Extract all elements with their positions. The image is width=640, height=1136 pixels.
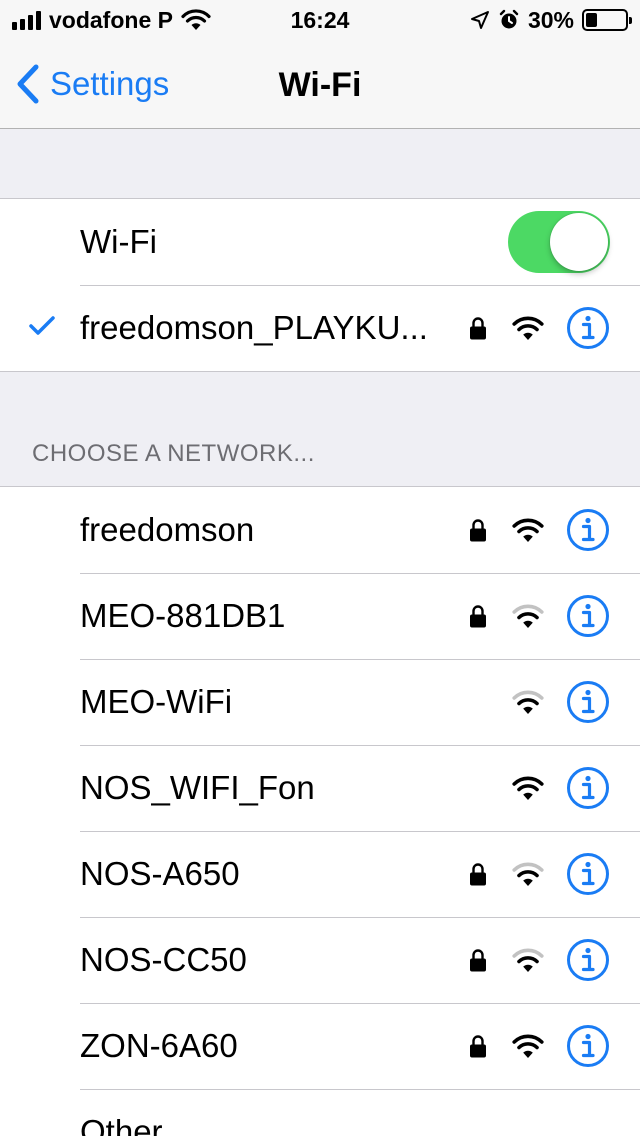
info-icon[interactable] [566,938,610,982]
wifi-toggle-switch[interactable] [508,211,610,273]
network-icons [466,659,610,745]
network-icons [466,745,610,831]
alarm-icon [499,9,519,29]
section-header: CHOOSE A NETWORK... [32,440,315,467]
info-icon[interactable] [566,306,610,350]
network-row[interactable]: NOS-CC50 [0,917,640,1003]
lock-icon [466,1031,490,1061]
wifi-icon [181,9,211,30]
lock-icon [466,515,490,545]
wifi-toggle-row: Wi-Fi [0,199,640,285]
network-row[interactable]: MEO-881DB1 [0,573,640,659]
checkmark-icon [29,316,55,335]
info-icon[interactable] [566,852,610,896]
battery-fill [586,13,598,27]
connected-network-name: freedomson_PLAYKU... [80,309,428,346]
network-icons [466,917,610,1003]
signal-bars-icon [12,10,41,30]
network-row[interactable]: MEO-WiFi [0,659,640,745]
wifi-signal-icon [512,316,544,340]
wifi-signal-icon [512,862,544,886]
status-right: 30% [398,6,632,34]
page-title: Wi-Fi [278,66,362,104]
info-icon[interactable] [566,766,610,810]
network-name: NOS_WIFI_Fon [80,769,315,806]
lock-icon [466,945,490,975]
wifi-toggle-label: Wi-Fi [80,223,157,260]
status-left: vodafone P [12,7,242,34]
network-name: MEO-881DB1 [80,597,286,634]
network-row[interactable]: NOS-A650 [0,831,640,917]
network-name: MEO-WiFi [80,683,233,720]
battery-percent: 30% [527,6,574,33]
info-icon[interactable] [566,1024,610,1068]
navigation-bar: Settings Wi-Fi [0,40,640,129]
wifi-signal-icon [512,776,544,800]
lock-icon [466,601,490,631]
lock-icon [466,313,490,343]
network-icons [466,1003,610,1089]
connected-network-row[interactable]: freedomson_PLAYKU... [0,285,640,371]
wifi-signal-icon [512,1034,544,1058]
network-icons [466,831,610,917]
connected-network-icons [466,285,610,371]
network-name: ZON-6A60 [80,1027,238,1064]
toggle-knob [550,213,608,271]
info-icon[interactable] [566,508,610,552]
wifi-signal-icon [512,604,544,628]
location-arrow-icon [470,11,489,29]
network-icons [466,573,610,659]
info-icon[interactable] [566,594,610,638]
info-icon[interactable] [566,680,610,724]
network-row[interactable]: freedomson [0,487,640,573]
carrier-name: vodafone P [49,6,173,33]
status-bar: vodafone P 16:24 30% [0,0,640,40]
network-name: freedomson [80,511,255,548]
network-list: freedomson MEO-881DB1 MEO-WiFi NOS_WIFI_Fon… [0,486,640,1136]
network-row[interactable]: NOS_WIFI_Fon [0,745,640,831]
network-name: NOS-CC50 [80,941,247,978]
wifi-signal-icon [512,518,544,542]
wifi-signal-icon [512,690,544,714]
wifi-group: Wi-Fi freedomson_PLAYKU... [0,198,640,372]
network-icons [466,487,610,573]
wifi-signal-icon [512,948,544,972]
lock-icon [466,859,490,889]
battery-icon [582,9,632,31]
network-row[interactable]: ZON-6A60 [0,1003,640,1089]
other-network-label: Other... [80,1113,189,1136]
network-name: NOS-A650 [80,855,240,892]
other-network-row[interactable]: Other... [0,1089,640,1136]
